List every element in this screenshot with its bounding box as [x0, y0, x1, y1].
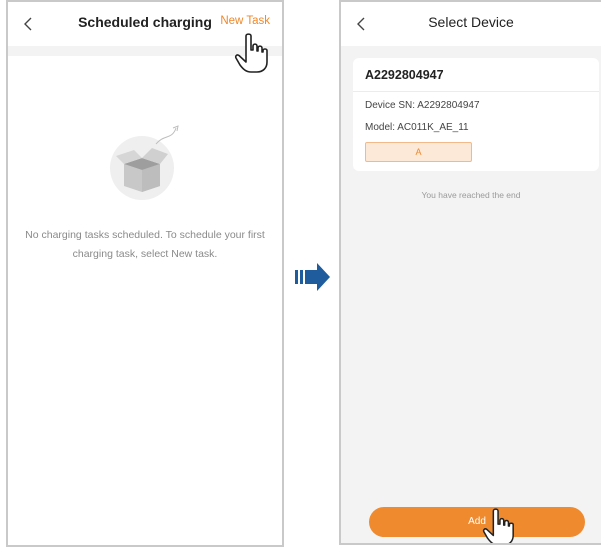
card-divider	[353, 91, 599, 92]
empty-box-icon	[110, 125, 179, 200]
device-sn-value: A2292804947	[417, 100, 480, 111]
hand-pointer-icon	[482, 508, 514, 543]
device-model: Model: AC011K_AE_11	[365, 122, 469, 133]
add-button[interactable]: Add	[369, 507, 585, 537]
new-task-button[interactable]: New Task	[220, 15, 270, 27]
header: Select Device	[341, 2, 601, 46]
select-device-screen: Select Device A2292804947 Device SN: A22…	[339, 0, 601, 545]
device-model-label: Model:	[365, 122, 396, 133]
device-tag-badge: A	[365, 142, 472, 162]
arrow-right-icon	[295, 263, 330, 291]
scheduled-charging-screen: Scheduled charging New Task No charging …	[6, 0, 284, 547]
device-sn: Device SN: A2292804947	[365, 100, 480, 111]
device-model-value: AC011K_AE_11	[397, 122, 469, 133]
device-sn-label: Device SN:	[365, 100, 416, 111]
end-of-list-text: You have reached the end	[421, 190, 521, 200]
empty-state-message: No charging tasks scheduled. To schedule…	[25, 229, 265, 260]
device-name: A2292804947	[365, 68, 444, 82]
hand-pointer-icon	[234, 33, 268, 73]
device-card[interactable]: A2292804947 Device SN: A2292804947 Model…	[353, 58, 599, 171]
page-title: Select Device	[428, 14, 514, 30]
